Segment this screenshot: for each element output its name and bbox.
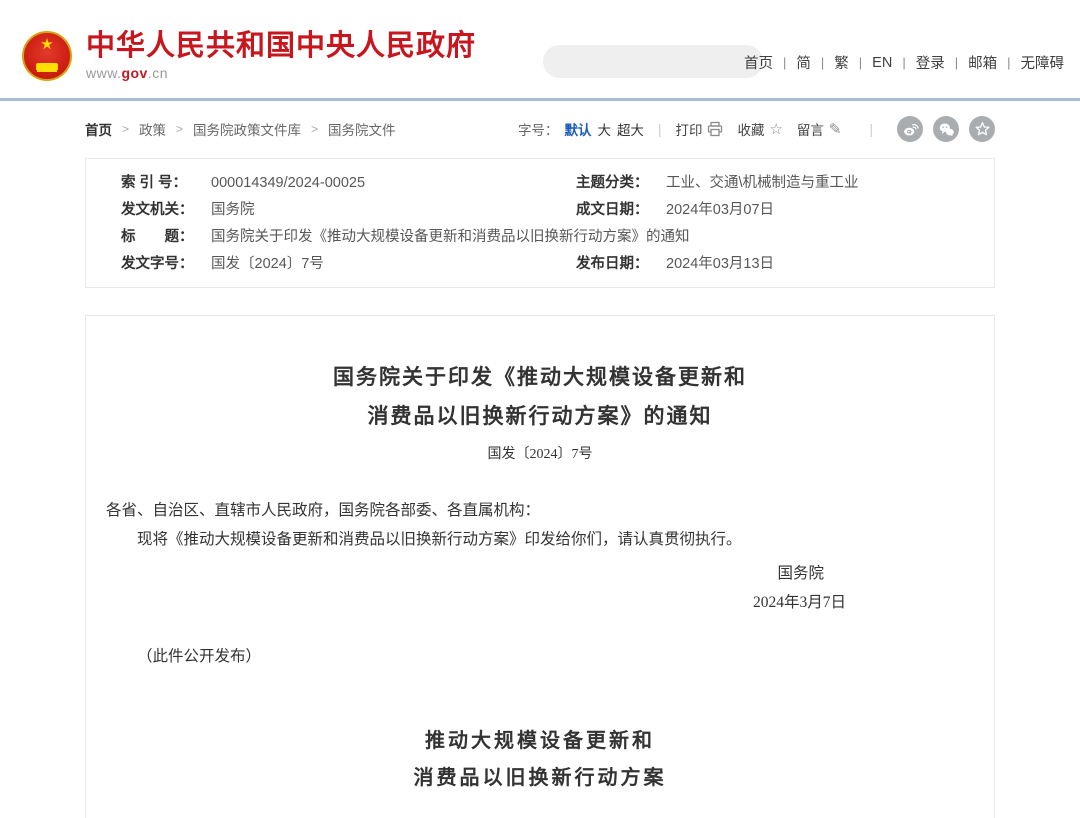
meta-topic-label: 主题分类： (576, 170, 666, 197)
toolbar-divider: | (658, 122, 662, 137)
nav-separator: | (902, 55, 905, 70)
favorite-button[interactable]: 收藏 ☆ (737, 119, 782, 139)
meta-written-date-label: 成文日期： (576, 197, 666, 224)
font-size-large-button[interactable]: 大 (597, 119, 611, 139)
plan-title-line1: 推动大规模设备更新和 (106, 723, 974, 760)
document-title-line1: 国务院关于印发《推动大规模设备更新和 (106, 358, 974, 397)
nav-separator: | (783, 55, 786, 70)
print-button[interactable]: 打印 (675, 119, 723, 139)
breadcrumb: 首页 > 政策 > 国务院政策文件库 > 国务院文件 (85, 119, 396, 139)
salutation: 各省、自治区、直辖市人民政府，国务院各部委、各直属机构： (106, 496, 974, 525)
wechat-share-button[interactable] (933, 116, 959, 142)
breadcrumb-state-council-docs[interactable]: 国务院文件 (328, 119, 396, 139)
meta-index-value: 000014349/2024-00025 (211, 170, 365, 197)
plan-title: 推动大规模设备更新和 消费品以旧换新行动方案 (106, 723, 974, 797)
meta-index-label: 索 引 号： (121, 170, 211, 197)
toolbar-divider: | (869, 122, 873, 137)
document-title-line2: 消费品以旧换新行动方案》的通知 (106, 397, 974, 436)
meta-row: 发文字号： 国发〔2024〕7号 发布日期： 2024年03月13日 (86, 251, 994, 278)
top-nav: 首页 | 简 | 繁 | EN | 登录 | 邮箱 | 无障碍 (742, 52, 1066, 73)
star-icon: ☆ (769, 120, 782, 138)
body-paragraph: 现将《推动大规模设备更新和消费品以旧换新行动方案》印发给你们，请认真贯彻执行。 (106, 525, 974, 554)
nav-separator: | (859, 55, 862, 70)
nav-separator: | (821, 55, 824, 70)
signer: 国务院 (106, 559, 974, 588)
nav-link-login[interactable]: 登录 (914, 52, 947, 73)
comment-label: 留言 (797, 119, 824, 139)
site-url-cn: .cn (148, 65, 168, 81)
search-input[interactable] (543, 54, 748, 70)
meta-topic-value: 工业、交通\机械制造与重工业 (666, 170, 859, 197)
font-size-xlarge-button[interactable]: 超大 (617, 119, 644, 139)
search-box[interactable] (543, 45, 763, 78)
breadcrumb-separator: > (176, 122, 183, 136)
nav-separator: | (955, 55, 958, 70)
font-size-label: 字号： (518, 119, 559, 139)
nav-link-home[interactable]: 首页 (742, 52, 775, 73)
document-number: 国发〔2024〕7号 (106, 443, 974, 463)
meta-row: 索 引 号： 000014349/2024-00025 主题分类： 工业、交通\… (86, 170, 994, 197)
breadcrumb-policy[interactable]: 政策 (139, 119, 166, 139)
meta-doc-no-label: 发文字号： (121, 251, 211, 278)
meta-publish-date-value: 2024年03月13日 (666, 251, 774, 278)
site-header: ★ 中华人民共和国中央人民政府 www.gov.cn 首页 | 简 | 繁 | … (0, 0, 1080, 101)
plan-title-line2: 消费品以旧换新行动方案 (106, 760, 974, 797)
nav-link-traditional[interactable]: 繁 (832, 52, 851, 73)
weibo-share-button[interactable] (897, 116, 923, 142)
more-share-button[interactable] (969, 116, 995, 142)
meta-issuer-value: 国务院 (211, 197, 255, 224)
page-tools: 字号： 默认 大 超大 | 打印 收藏 ☆ 留言 ✎ | (518, 116, 995, 142)
breadcrumb-home[interactable]: 首页 (85, 119, 112, 139)
document-body-box: 国务院关于印发《推动大规模设备更新和 消费品以旧换新行动方案》的通知 国发〔20… (85, 315, 995, 818)
meta-row: 发文机关： 国务院 成文日期： 2024年03月07日 (86, 197, 994, 224)
comment-button[interactable]: 留言 ✎ (797, 119, 842, 139)
site-title: 中华人民共和国中央人民政府 (86, 30, 476, 62)
site-url-gov: gov (121, 65, 147, 81)
nav-separator: | (1007, 55, 1010, 70)
nav-link-mail[interactable]: 邮箱 (966, 52, 999, 73)
meta-doc-no-value: 国发〔2024〕7号 (211, 251, 324, 278)
document-title: 国务院关于印发《推动大规模设备更新和 消费品以旧换新行动方案》的通知 (106, 358, 974, 436)
meta-publish-date-label: 发布日期： (576, 251, 666, 278)
share-star-icon (974, 121, 991, 138)
breadcrumb-separator: > (311, 122, 318, 136)
national-emblem-icon: ★ (22, 31, 72, 81)
favorite-label: 收藏 (737, 119, 764, 139)
breadcrumb-policy-library[interactable]: 国务院政策文件库 (193, 119, 301, 139)
meta-title-value: 国务院关于印发《推动大规模设备更新和消费品以旧换新行动方案》的通知 (211, 224, 690, 251)
meta-issuer-label: 发文机关： (121, 197, 211, 224)
font-size-default-button[interactable]: 默认 (564, 119, 591, 139)
wechat-icon (938, 121, 955, 138)
share-buttons (887, 116, 995, 142)
emblem-gate-icon (36, 63, 58, 70)
nav-link-accessibility[interactable]: 无障碍 (1019, 52, 1067, 73)
emblem-star-icon: ★ (40, 37, 53, 52)
breadcrumb-separator: > (122, 122, 129, 136)
printer-icon (707, 121, 723, 137)
meta-row: 标 题： 国务院关于印发《推动大规模设备更新和消费品以旧换新行动方案》的通知 (86, 224, 994, 251)
nav-link-simplified[interactable]: 简 (794, 52, 813, 73)
weibo-icon (902, 121, 919, 138)
site-logo[interactable]: ★ 中华人民共和国中央人民政府 www.gov.cn (22, 30, 476, 81)
meta-title-label: 标 题： (121, 224, 211, 251)
nav-link-english[interactable]: EN (870, 55, 894, 71)
meta-written-date-value: 2024年03月07日 (666, 197, 774, 224)
breadcrumb-toolbar-row: 首页 > 政策 > 国务院政策文件库 > 国务院文件 字号： 默认 大 超大 |… (85, 117, 995, 141)
public-release-note: （此件公开发布） (106, 642, 974, 671)
document-metadata-box: 索 引 号： 000014349/2024-00025 主题分类： 工业、交通\… (85, 158, 995, 288)
site-url-www: www. (86, 65, 121, 81)
site-url: www.gov.cn (86, 65, 476, 81)
pencil-icon: ✎ (829, 120, 842, 138)
print-label: 打印 (675, 119, 702, 139)
sign-date: 2024年3月7日 (106, 588, 974, 617)
